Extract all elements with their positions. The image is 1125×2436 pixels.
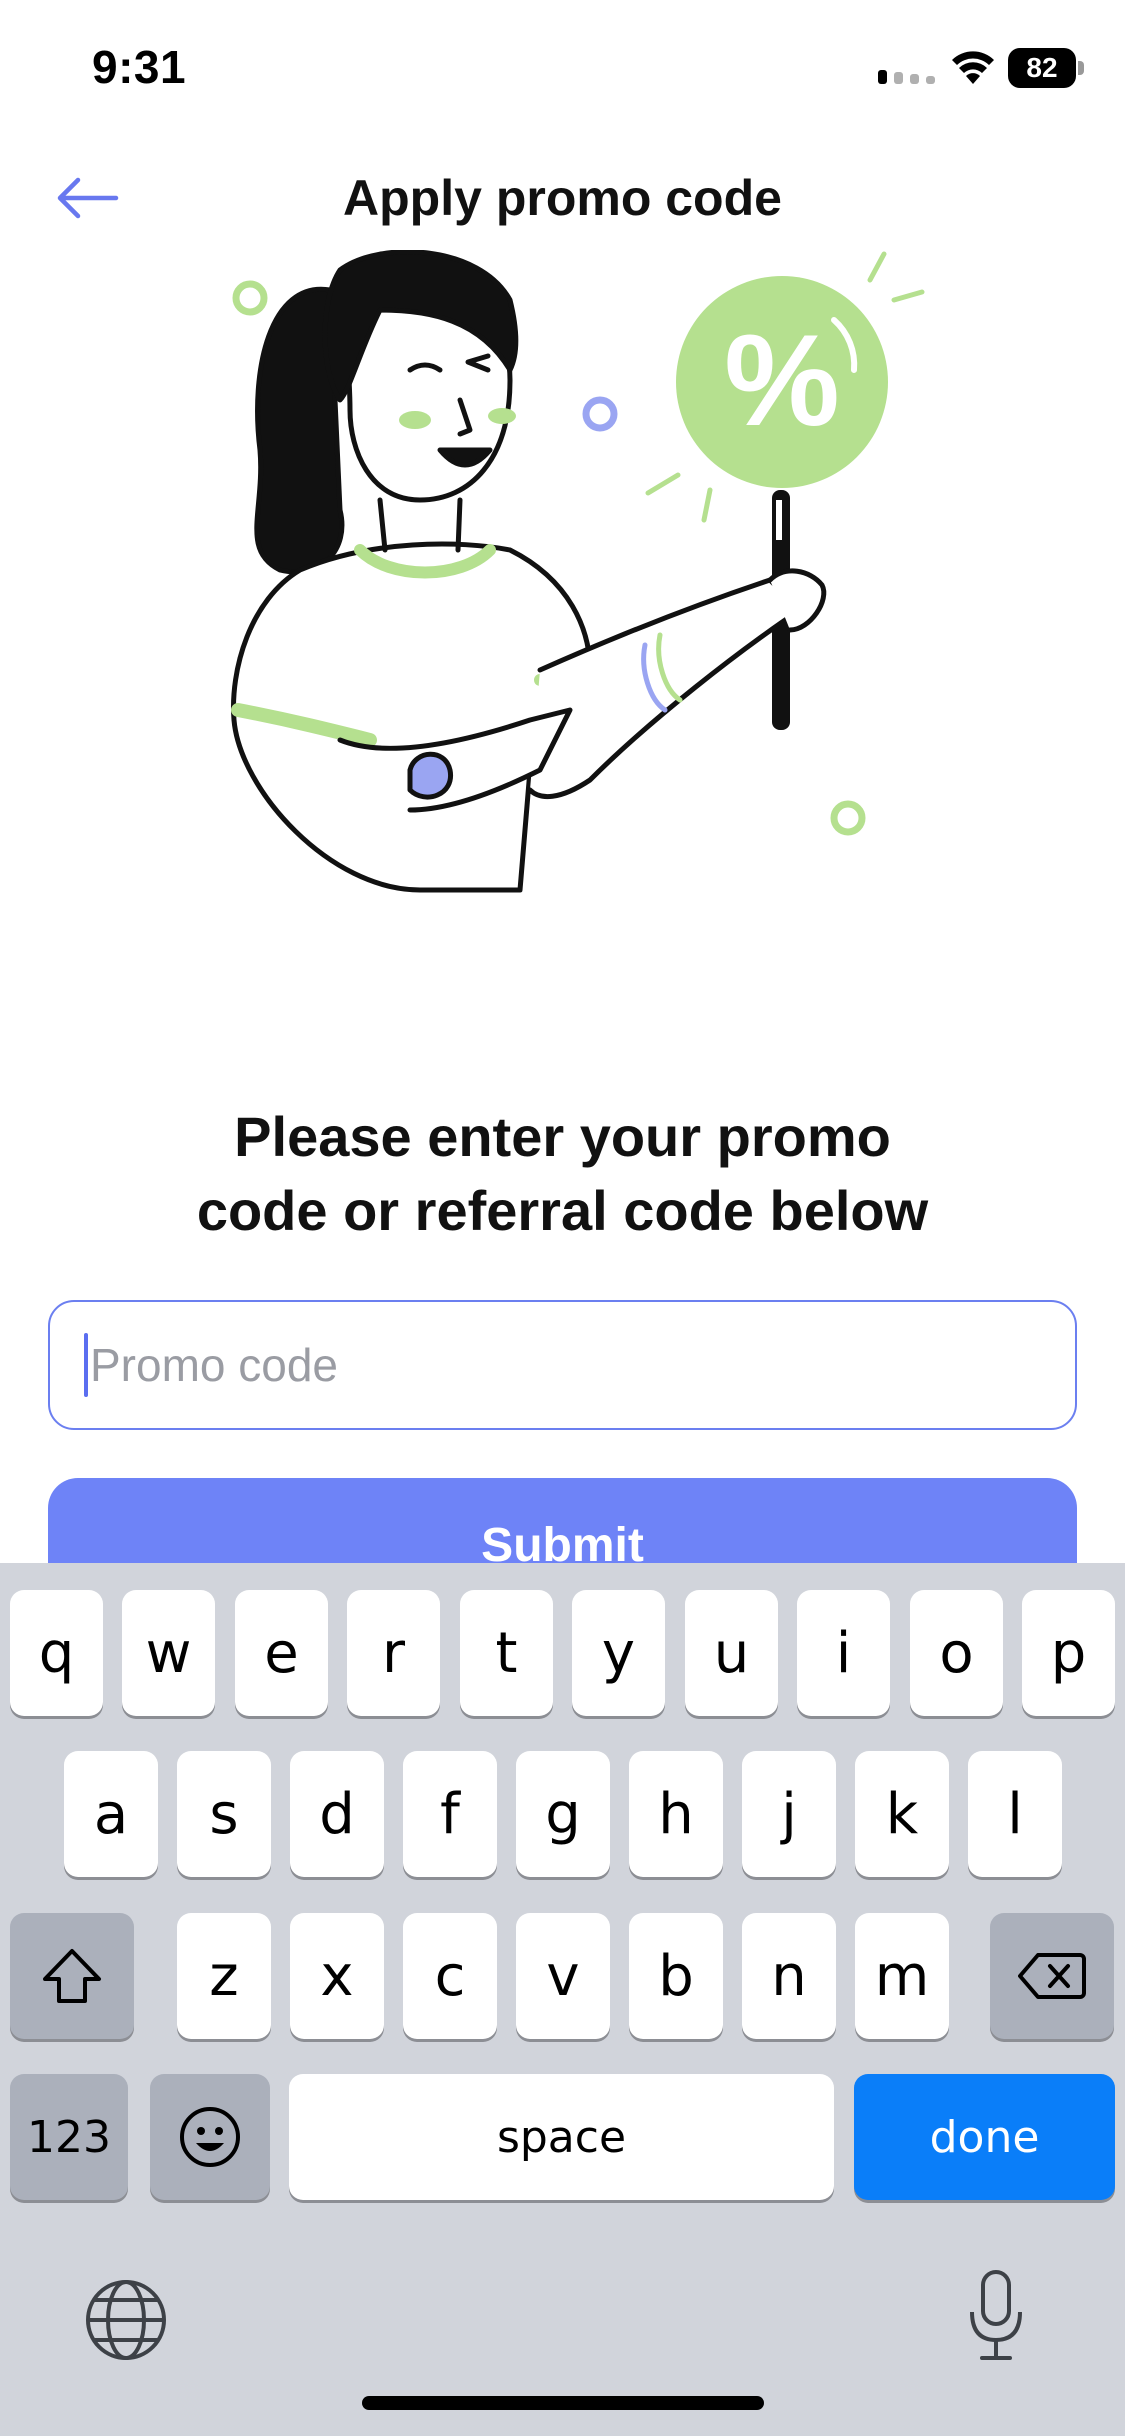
promo-illustration: % [231, 250, 925, 893]
key-y[interactable]: y [572, 1590, 665, 1716]
key-a[interactable]: a [64, 1751, 158, 1877]
key-o[interactable]: o [910, 1590, 1003, 1716]
space-key[interactable]: space [289, 2074, 834, 2200]
page-title: Apply promo code [343, 170, 782, 226]
delete-key[interactable] [990, 1913, 1114, 2039]
key-q[interactable]: q [10, 1590, 103, 1716]
status-bar: 9:31 82 [0, 0, 1125, 140]
key-i[interactable]: i [797, 1590, 890, 1716]
key-n[interactable]: n [742, 1913, 836, 2039]
promo-instructions-line1: Please enter your promo [234, 1105, 891, 1168]
globe-icon[interactable] [84, 2278, 168, 2362]
key-w[interactable]: w [122, 1590, 215, 1716]
done-key[interactable]: done [854, 2074, 1115, 2200]
shift-key[interactable] [10, 1913, 134, 2039]
promo-code-input[interactable] [90, 1338, 990, 1392]
numbers-key[interactable]: 123 [10, 2074, 128, 2200]
battery-level: 82 [1008, 48, 1076, 88]
arrow-left-icon [57, 177, 119, 219]
key-v[interactable]: v [516, 1913, 610, 2039]
deco-circle [830, 800, 866, 836]
status-time: 9:31 [92, 41, 187, 93]
promo-instructions-line2: code or referral code below [196, 1179, 929, 1242]
key-l[interactable]: l [968, 1751, 1062, 1877]
signal-icon [878, 70, 935, 84]
on-screen-keyboard: q w e r t y u i o p a s d f g h j k l z … [0, 1563, 1125, 2436]
key-t[interactable]: t [460, 1590, 553, 1716]
key-h[interactable]: h [629, 1751, 723, 1877]
emoji-key[interactable] [150, 2074, 270, 2200]
promo-code-field[interactable] [48, 1300, 1077, 1430]
deco-circle [582, 396, 618, 432]
promo-instructions: Please enter your promo code or referral… [60, 1100, 1065, 1248]
key-z[interactable]: z [177, 1913, 271, 2039]
key-r[interactable]: r [347, 1590, 440, 1716]
svg-text:%: % [724, 307, 840, 453]
key-j[interactable]: j [742, 1751, 836, 1877]
emoji-icon [180, 2107, 240, 2167]
key-u[interactable]: u [685, 1590, 778, 1716]
text-caret [84, 1333, 88, 1397]
microphone-icon[interactable] [966, 2268, 1026, 2364]
home-indicator [362, 2396, 764, 2410]
wifi-icon [952, 51, 994, 84]
key-x[interactable]: x [290, 1913, 384, 2039]
key-m[interactable]: m [855, 1913, 949, 2039]
back-button[interactable] [48, 168, 126, 228]
battery-icon: 82 [1008, 48, 1084, 88]
key-b[interactable]: b [629, 1913, 723, 2039]
key-g[interactable]: g [516, 1751, 610, 1877]
key-k[interactable]: k [855, 1751, 949, 1877]
key-p[interactable]: p [1022, 1590, 1115, 1716]
key-s[interactable]: s [177, 1751, 271, 1877]
shift-icon [43, 1949, 101, 2003]
key-e[interactable]: e [235, 1590, 328, 1716]
key-d[interactable]: d [290, 1751, 384, 1877]
backspace-icon [1018, 1953, 1086, 1999]
key-f[interactable]: f [403, 1751, 497, 1877]
key-c[interactable]: c [403, 1913, 497, 2039]
deco-circle [232, 280, 268, 316]
